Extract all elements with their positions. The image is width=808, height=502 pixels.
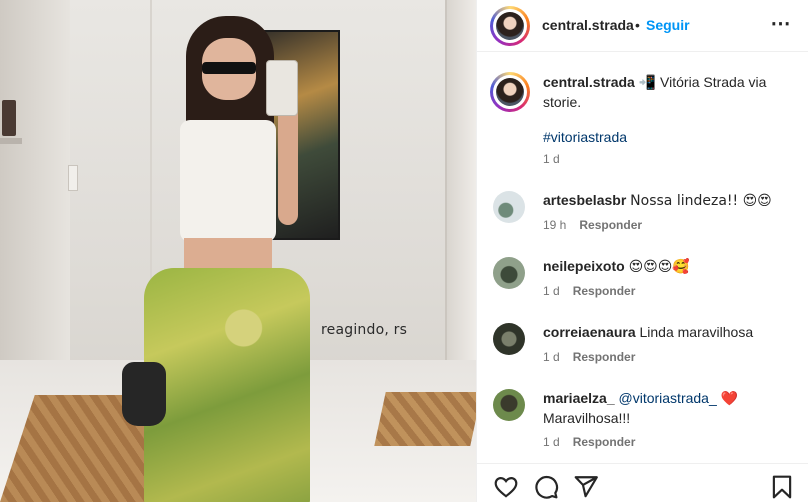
tie-dye-pants <box>144 268 310 502</box>
heart-icon[interactable] <box>493 474 519 500</box>
caption-avatar[interactable] <box>490 72 530 112</box>
comment-text: Nossa lindeza!! 😍😍 <box>630 193 772 209</box>
comment-body: neilepeixoto 😍😍😍🥰 <box>543 257 799 277</box>
caption-body: central.strada 📲 Vitória Strada via stor… <box>543 73 799 147</box>
post-photo[interactable]: reagindo, rs <box>0 0 476 502</box>
comment-mention[interactable]: @vitoriastrada_ <box>619 390 717 406</box>
reply-button[interactable]: Responder <box>579 218 642 232</box>
person-figure <box>122 10 330 502</box>
bookmark-icon[interactable] <box>769 474 795 500</box>
comment-icon[interactable] <box>533 474 559 500</box>
comment-time[interactable]: 1 d <box>543 284 560 298</box>
more-horizontal-icon[interactable]: ⋯ <box>769 12 793 36</box>
comment-body: mariaelza_ @vitoriastrada_ ❤️ Maravilhos… <box>543 389 799 428</box>
post-side-panel: central.strada • Seguir ⋯ central.strada… <box>476 0 808 502</box>
caption-username[interactable]: central.strada <box>543 74 635 90</box>
comment-username[interactable]: correiaenaura <box>543 324 636 340</box>
heart-emoji: ❤️ <box>720 391 739 407</box>
reply-button[interactable]: Responder <box>573 284 636 298</box>
phone <box>266 60 298 116</box>
follow-button[interactable]: Seguir <box>646 17 690 33</box>
header-separator: • <box>635 17 640 33</box>
comment-time[interactable]: 1 d <box>543 435 560 449</box>
comment-meta: 1 d Responder <box>543 435 635 449</box>
comment-username[interactable]: neilepeixoto <box>543 258 625 274</box>
reply-button[interactable]: Responder <box>573 350 636 364</box>
commenter-avatar[interactable] <box>493 257 525 289</box>
rug-right <box>374 392 476 446</box>
midriff <box>184 238 272 272</box>
caption-time[interactable]: 1 d <box>543 152 560 166</box>
comment-meta: 19 h Responder <box>543 218 642 232</box>
comment-body: artesbelasbr Nossa lindeza!! 😍😍 <box>543 191 799 211</box>
comment-body: correiaenaura Linda maravilhosa <box>543 323 799 342</box>
caption-meta: 1 d <box>543 152 560 166</box>
post-actions <box>477 463 808 502</box>
handbag <box>122 362 166 426</box>
comment-time[interactable]: 19 h <box>543 218 566 232</box>
send-icon[interactable] <box>573 474 599 500</box>
author-username[interactable]: central.strada <box>542 17 634 33</box>
shelf-bottle <box>2 100 16 136</box>
sunglasses <box>202 62 256 74</box>
author-avatar-image <box>496 12 524 40</box>
wall-shelf <box>0 138 22 144</box>
commenter-avatar[interactable] <box>493 323 525 355</box>
comment-username[interactable]: mariaelza_ <box>543 390 615 406</box>
light-switch <box>68 165 78 191</box>
door <box>445 0 476 395</box>
caption-hashtag[interactable]: #vitoriastrada <box>543 129 627 145</box>
arm <box>278 105 298 225</box>
caption-avatar-image <box>496 78 524 106</box>
comment-time[interactable]: 1 d <box>543 350 560 364</box>
comments-list[interactable]: central.strada 📲 Vitória Strada via stor… <box>477 53 808 463</box>
comment-meta: 1 d Responder <box>543 284 635 298</box>
comment-text: Maravilhosa!!! <box>543 410 631 426</box>
commenter-avatar[interactable] <box>493 389 525 421</box>
reply-button[interactable]: Responder <box>573 435 636 449</box>
comment-text: Linda maravilhosa <box>639 324 754 340</box>
photo-overlay-text: reagindo, rs <box>321 322 408 338</box>
phone-emoji: 📲 <box>638 75 657 91</box>
comment-username[interactable]: artesbelasbr <box>543 192 626 208</box>
commenter-avatar[interactable] <box>493 191 525 223</box>
white-top <box>180 120 276 242</box>
comment-meta: 1 d Responder <box>543 350 635 364</box>
post-header: central.strada • Seguir ⋯ <box>477 0 808 52</box>
comment-text: 😍😍😍🥰 <box>628 259 690 275</box>
author-avatar[interactable] <box>490 6 530 46</box>
